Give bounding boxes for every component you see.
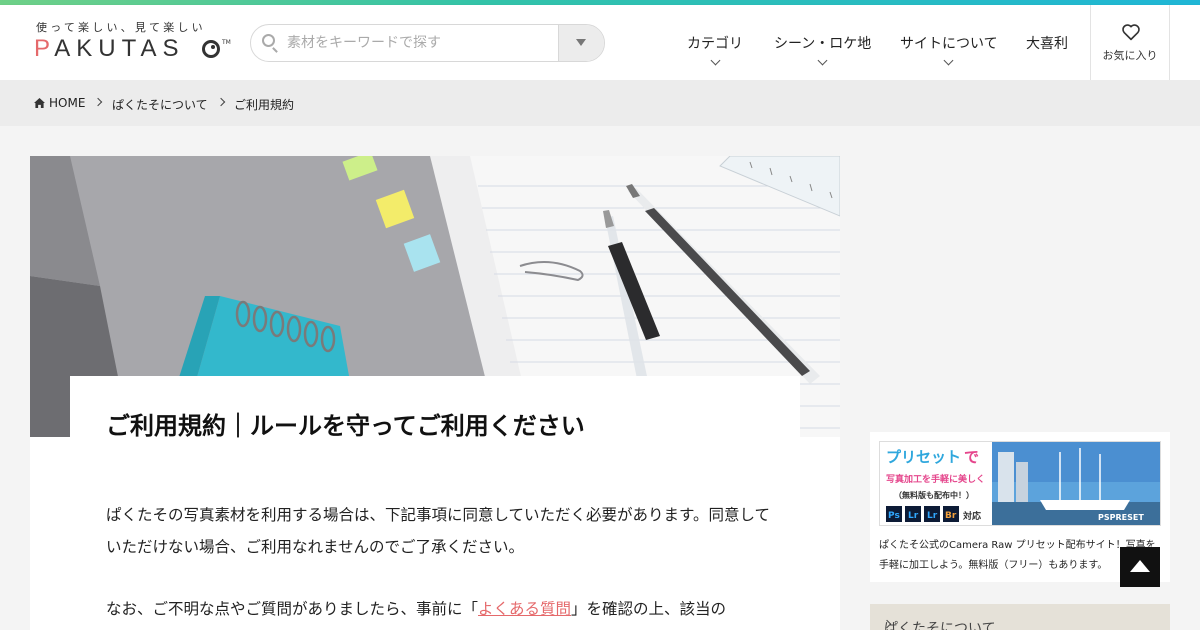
- heart-icon: [1122, 24, 1140, 41]
- breadcrumb: HOME ぱくたそについて ご利用規約: [0, 80, 1200, 126]
- sidebar-section-heading: ぱくたそについて: [884, 621, 996, 630]
- site-header: 使って楽しい、見て楽しい PAKUTAS TM カテゴリ シーン・ロケ地 サイト…: [0, 5, 1200, 80]
- nav-item-label: カテゴリ: [687, 36, 743, 52]
- faq-link[interactable]: よくある質問: [478, 600, 571, 618]
- search-box: [250, 24, 605, 62]
- article-body: ぱくたその写真素材を利用する場合は、下記事項に同意していただく必要があります。同…: [106, 499, 776, 625]
- paragraph-text: なお、ご不明な点やご質問がありましたら、事前に「: [106, 600, 479, 618]
- home-icon: [34, 98, 45, 108]
- nav-item-label: 大喜利: [1026, 36, 1068, 52]
- logo-wordmark: PAKUTAS: [34, 35, 185, 62]
- banner-sub: 写真加工を手軽に美しく: [886, 473, 985, 485]
- chevron-right-icon: [216, 97, 226, 107]
- banner-headline-suffix: で: [964, 448, 979, 466]
- logo-o-icon: [202, 40, 220, 58]
- article-title-box: ご利用規約｜ルールを守ってご利用ください: [70, 376, 800, 476]
- chevron-right-icon: [93, 97, 103, 107]
- article-title: ご利用規約｜ルールを守ってご利用ください: [106, 412, 585, 440]
- chevron-down-icon: [943, 55, 954, 66]
- pspreset-banner[interactable]: プリセット で 写真加工を手軽に美しく （無料版も配布中！） Ps Lr Lr …: [879, 441, 1161, 526]
- paragraph-text: 」を確認の上、該当の: [571, 600, 727, 618]
- banner-badge: Lr: [927, 511, 938, 521]
- nav-item-oogiri[interactable]: 大喜利: [1026, 33, 1068, 53]
- banner-headline: プリセット: [886, 448, 961, 466]
- site-logo[interactable]: 使って楽しい、見て楽しい PAKUTAS TM: [34, 19, 231, 69]
- breadcrumb-current: ご利用規約: [234, 98, 295, 112]
- search-category-dropdown[interactable]: [558, 25, 604, 61]
- banner-badge-suffix: 対応: [962, 510, 981, 522]
- nav-item-category[interactable]: カテゴリ: [687, 33, 743, 66]
- nav-item-about[interactable]: サイトについて: [900, 33, 998, 66]
- nav-item-label: サイトについて: [900, 36, 998, 52]
- nav-item-label: シーン・ロケ地: [774, 36, 872, 52]
- favorites-button[interactable]: お気に入り: [1090, 5, 1170, 80]
- search-icon: [262, 34, 275, 47]
- article-card: ご利用規約｜ルールを守ってご利用ください ぱくたその写真素材を利用する場合は、下…: [30, 156, 840, 630]
- ad-caption: ぱくたそ公式のCamera Raw プリセット配布サイト！写真を手軽に加工しよう…: [879, 540, 1156, 571]
- banner-brand: PSPRESET: [1098, 513, 1144, 522]
- banner-badge: Lr: [908, 511, 919, 521]
- logo-tagline: 使って楽しい、見て楽しい: [36, 21, 206, 34]
- banner-graphic: プリセット で 写真加工を手軽に美しく （無料版も配布中！） Ps Lr Lr …: [880, 442, 1160, 525]
- chevron-down-icon: [817, 55, 828, 66]
- banner-badge: Br: [945, 511, 957, 521]
- favorites-label: お気に入り: [1102, 49, 1158, 62]
- breadcrumb-about[interactable]: ぱくたそについて: [112, 96, 208, 113]
- search-input[interactable]: [287, 25, 557, 61]
- banner-note: （無料版も配布中！）: [894, 490, 974, 500]
- article-paragraph-2: なお、ご不明な点やご質問がありましたら、事前に「よくある質問」を確認の上、該当の: [106, 593, 776, 625]
- logo-trademark: TM: [222, 39, 231, 46]
- article-paragraph-1: ぱくたその写真素材を利用する場合は、下記事項に同意していただく必要があります。同…: [106, 506, 771, 556]
- sidebar-section-about[interactable]: ぱくたそについて: [870, 604, 1170, 630]
- nav-item-scene[interactable]: シーン・ロケ地: [774, 33, 872, 66]
- back-to-top-button[interactable]: [1120, 547, 1160, 587]
- banner-badge: Ps: [888, 511, 900, 521]
- breadcrumb-home[interactable]: HOME: [49, 96, 85, 110]
- chevron-down-icon: [710, 55, 720, 66]
